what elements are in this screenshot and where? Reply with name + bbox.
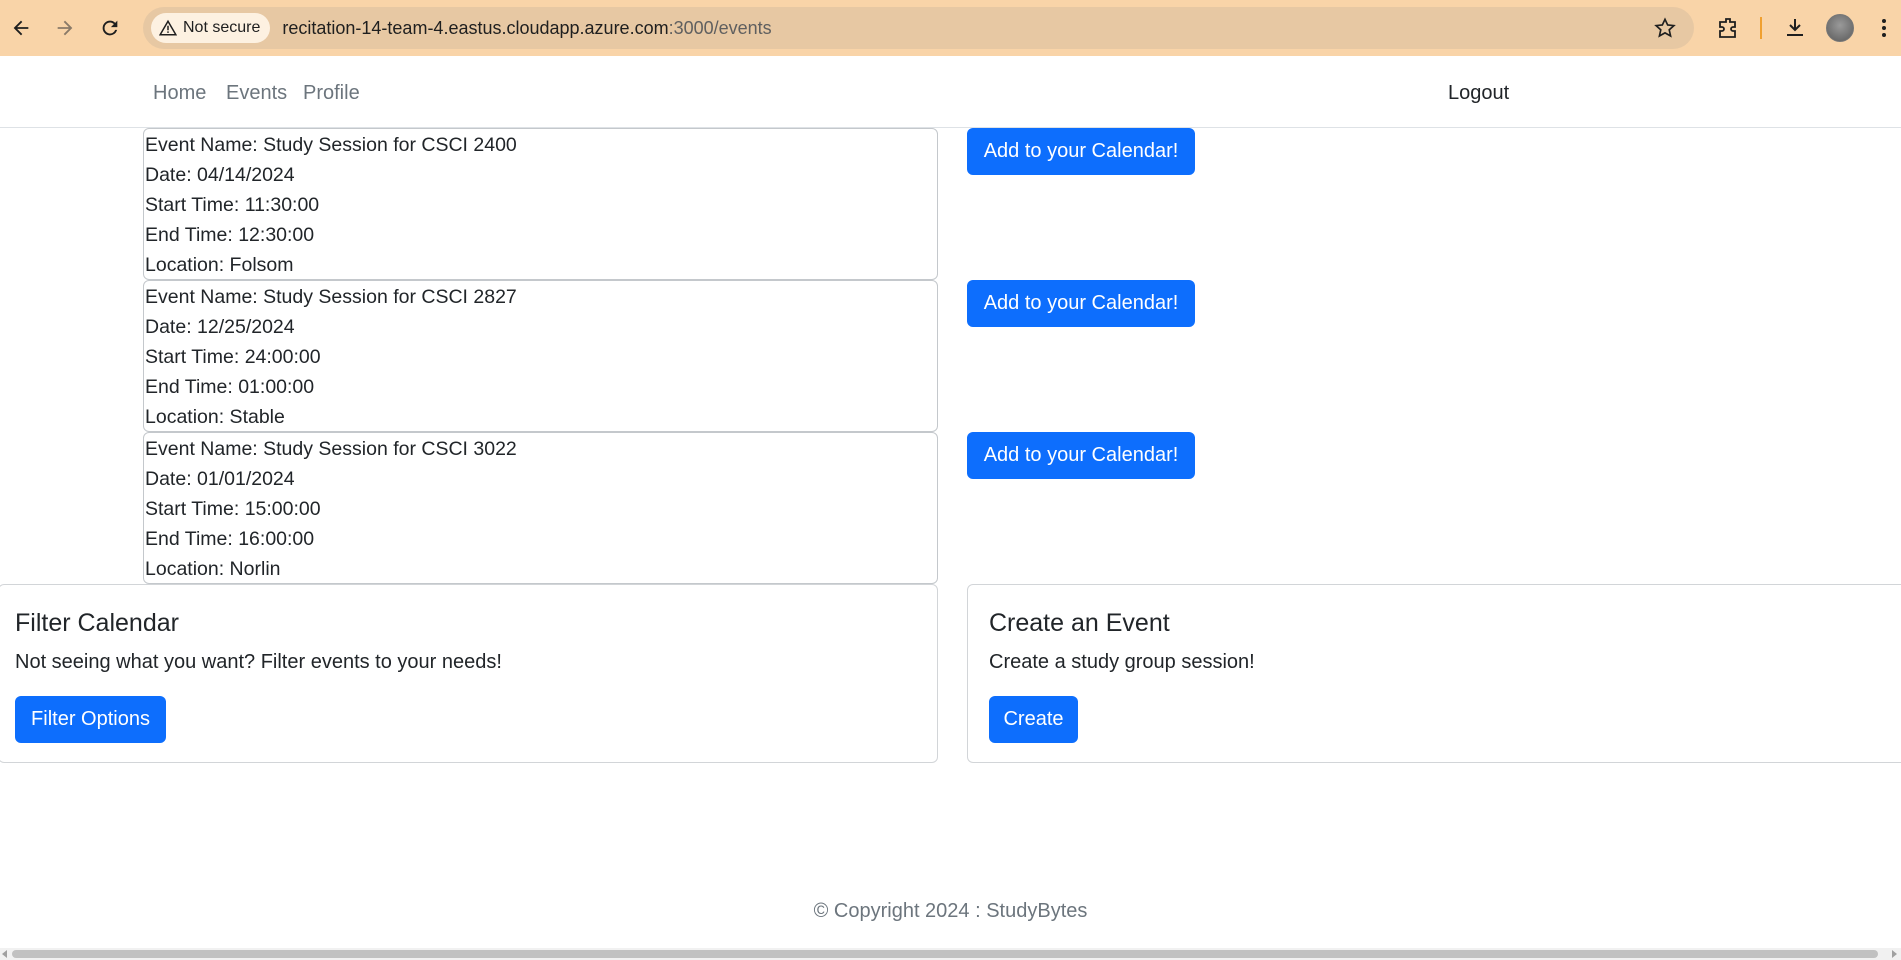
nav-link-profile[interactable]: Profile xyxy=(303,82,360,105)
bookmark-star-icon[interactable] xyxy=(1654,17,1676,39)
nav-link-home[interactable]: Home xyxy=(153,82,206,105)
event-location: Location: Norlin xyxy=(145,558,281,580)
event-date: Date: 04/14/2024 xyxy=(145,164,295,186)
reload-icon xyxy=(102,20,118,36)
create-event-card: Create an Event Create a study group ses… xyxy=(967,584,1901,763)
url-host: recitation-14-team-4.eastus.cloudapp.azu… xyxy=(282,17,669,38)
scrollbar-thumb[interactable] xyxy=(12,950,1878,958)
logout-link[interactable]: Logout xyxy=(1448,82,1509,105)
kebab-menu-icon xyxy=(1882,19,1886,37)
back-button[interactable] xyxy=(3,10,39,46)
add-to-calendar-button[interactable]: Add to your Calendar! xyxy=(967,432,1195,479)
reload-button[interactable] xyxy=(92,10,128,46)
event-start-time: Start Time: 15:00:00 xyxy=(145,498,321,520)
event-start-time: Start Time: 24:00:00 xyxy=(145,346,321,368)
forward-button[interactable] xyxy=(47,10,83,46)
download-icon xyxy=(1787,19,1803,36)
event-location: Location: Stable xyxy=(145,406,285,428)
back-arrow-icon xyxy=(13,20,29,36)
card-text: Create a study group session! xyxy=(989,651,1255,673)
url-text[interactable]: recitation-14-team-4.eastus.cloudapp.azu… xyxy=(282,18,771,39)
forward-arrow-icon xyxy=(57,20,73,36)
event-name: Event Name: Study Session for CSCI 3022 xyxy=(145,438,517,460)
event-end-time: End Time: 16:00:00 xyxy=(145,528,315,550)
create-button[interactable]: Create xyxy=(989,696,1078,743)
event-location: Location: Folsom xyxy=(145,254,294,276)
event-card: Event Name: Study Session for CSCI 2400 … xyxy=(143,128,938,280)
scroll-right-arrow-icon[interactable] xyxy=(1892,950,1897,958)
add-to-calendar-button[interactable]: Add to your Calendar! xyxy=(967,280,1195,327)
copyright-footer: © Copyright 2024 : StudyBytes xyxy=(813,900,1088,922)
menu-button[interactable] xyxy=(1866,10,1901,46)
security-indicator[interactable]: Not secure xyxy=(151,13,271,43)
event-card: Event Name: Study Session for CSCI 3022 … xyxy=(143,432,938,584)
filter-calendar-card: Filter Calendar Not seeing what you want… xyxy=(0,584,938,763)
scroll-left-arrow-icon[interactable] xyxy=(2,950,7,958)
event-end-time: End Time: 01:00:00 xyxy=(145,376,315,398)
card-text: Not seeing what you want? Filter events … xyxy=(15,651,502,673)
extensions-button[interactable] xyxy=(1710,10,1746,46)
puzzle-icon xyxy=(1719,18,1736,38)
security-label: Not secure xyxy=(183,19,261,36)
card-title: Create an Event xyxy=(989,609,1170,637)
event-name: Event Name: Study Session for CSCI 2827 xyxy=(145,286,517,308)
add-to-calendar-button[interactable]: Add to your Calendar! xyxy=(967,128,1195,175)
filter-options-button[interactable]: Filter Options xyxy=(15,696,166,743)
toolbar-separator xyxy=(1760,17,1762,39)
downloads-button[interactable] xyxy=(1777,10,1813,46)
event-end-time: End Time: 12:30:00 xyxy=(145,224,315,246)
event-card: Event Name: Study Session for CSCI 2827 … xyxy=(143,280,938,432)
browser-toolbar: Not secure recitation-14-team-4.eastus.c… xyxy=(0,0,1901,56)
warning-triangle-icon xyxy=(159,19,177,36)
event-name: Event Name: Study Session for CSCI 2400 xyxy=(145,134,517,156)
event-start-time: Start Time: 11:30:00 xyxy=(145,194,320,216)
address-bar[interactable]: Not secure recitation-14-team-4.eastus.c… xyxy=(143,7,1694,49)
nav-link-events[interactable]: Events xyxy=(226,82,287,105)
profile-button[interactable] xyxy=(1822,10,1858,46)
card-title: Filter Calendar xyxy=(15,609,179,637)
avatar xyxy=(1826,14,1854,42)
site-navbar: Home Events Profile Logout xyxy=(0,56,1901,128)
url-path: :3000/events xyxy=(668,17,772,38)
event-date: Date: 12/25/2024 xyxy=(145,316,295,338)
event-date: Date: 01/01/2024 xyxy=(145,468,295,490)
horizontal-scrollbar[interactable] xyxy=(0,948,1901,960)
